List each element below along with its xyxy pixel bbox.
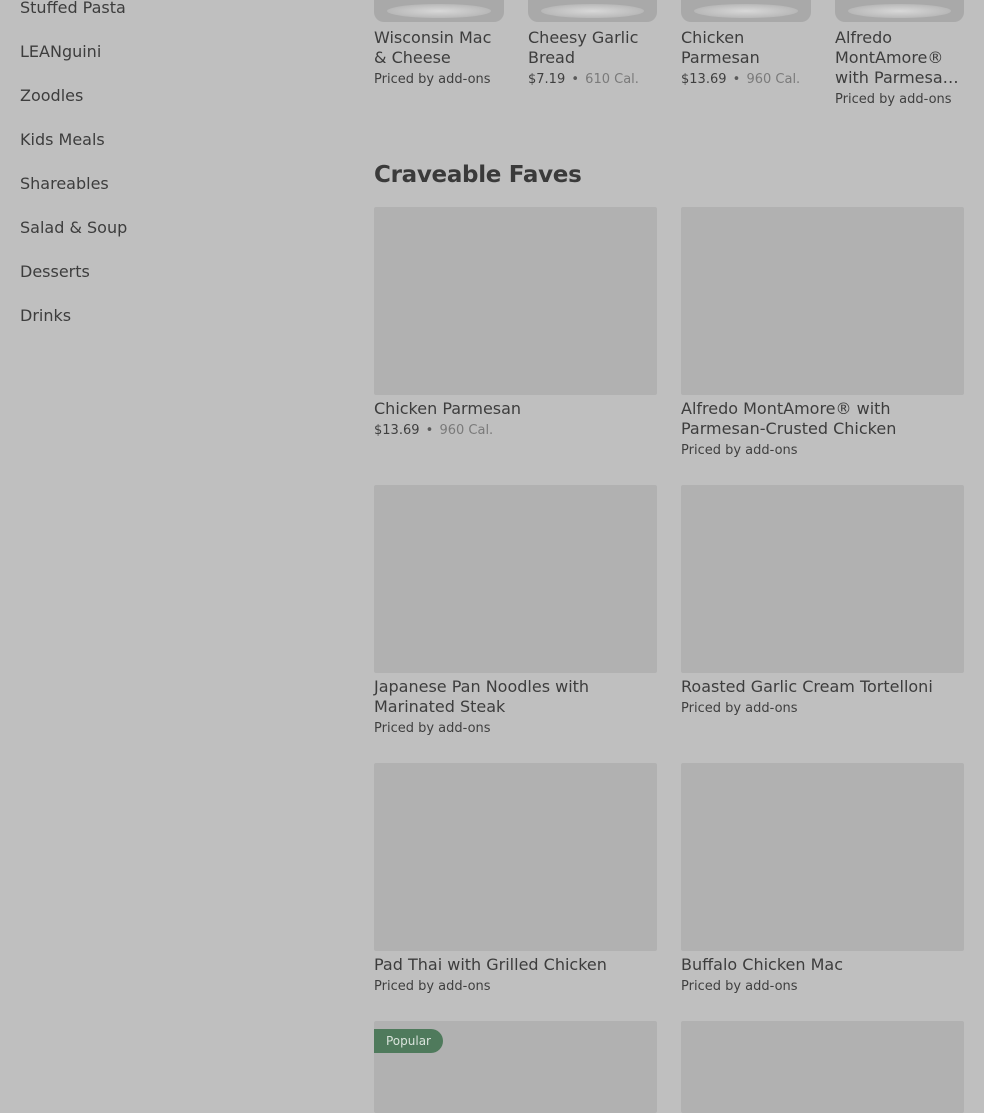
item-price: Priced by add-ons	[374, 979, 491, 994]
item-name: Chicken Parmesan	[681, 28, 760, 67]
item-image	[374, 207, 657, 395]
item-price: $13.69 • 960 Cal.	[374, 423, 494, 438]
item-price: Priced by add-ons	[374, 72, 491, 87]
item-price: Priced by add-ons	[681, 979, 798, 994]
carousel-item[interactable]: Alfredo MontAmore® with Parmesan-Crusted…	[835, 28, 967, 109]
item-name: Japanese Pan Noodles with Marinated Stea…	[374, 677, 590, 716]
item-name: Alfredo MontAmore® with Parmesan-Crusted…	[835, 28, 959, 87]
item-name: Buffalo Chicken Mac	[681, 955, 843, 974]
item-price: $7.19 • 610 Cal.	[528, 72, 639, 87]
item-name: Cheesy Garlic Bread	[528, 28, 639, 67]
item-calories: 960 Cal.	[439, 423, 494, 438]
section-title: Craveable Faves	[374, 162, 582, 188]
item-price: Priced by add-ons	[374, 721, 491, 736]
item-image	[681, 207, 964, 395]
carousel-item[interactable]: Cheesy Garlic Bread $7.19 • 610 Cal.	[528, 28, 657, 89]
carousel-item-image[interactable]	[374, 0, 504, 22]
menu-item-card[interactable]: Buffalo Chicken Mac Priced by add-ons	[681, 763, 964, 996]
carousel-item[interactable]: Wisconsin Mac & Cheese Priced by add-ons	[374, 28, 506, 89]
menu-item-card[interactable]	[681, 1021, 964, 1113]
item-calories: 610 Cal.	[585, 72, 639, 87]
carousel-item-image[interactable]	[681, 0, 811, 22]
carousel-item[interactable]: Chicken Parmesan $13.69 • 960 Cal.	[681, 28, 811, 89]
popular-badge: Popular	[374, 1029, 443, 1053]
item-name: Wisconsin Mac & Cheese	[374, 28, 492, 67]
item-price: Priced by add-ons	[681, 443, 798, 458]
carousel-item-image[interactable]	[835, 0, 964, 22]
menu-item-card[interactable]: Popular	[374, 1021, 657, 1113]
menu-item-card[interactable]: Roasted Garlic Cream Tortelloni Priced b…	[681, 485, 964, 718]
item-name: Pad Thai with Grilled Chicken	[374, 955, 607, 974]
menu-item-card[interactable]: Alfredo MontAmore® with Parmesan-Crusted…	[681, 207, 964, 460]
menu-item-card[interactable]: Pad Thai with Grilled Chicken Priced by …	[374, 763, 657, 996]
item-image: Popular	[374, 1021, 657, 1113]
item-image	[374, 485, 657, 673]
item-name: Alfredo MontAmore® with Parmesan-Crusted…	[681, 399, 897, 438]
item-price: $13.69 • 960 Cal.	[681, 72, 801, 87]
menu-item-card[interactable]: Japanese Pan Noodles with Marinated Stea…	[374, 485, 657, 738]
item-image	[374, 763, 657, 951]
item-image	[681, 485, 964, 673]
item-name: Chicken Parmesan	[374, 399, 522, 418]
item-price: Priced by add-ons	[835, 92, 952, 107]
item-name: Roasted Garlic Cream Tortelloni	[681, 677, 933, 696]
carousel-item-image[interactable]	[528, 0, 657, 22]
item-image	[681, 1021, 964, 1113]
item-price: Priced by add-ons	[681, 701, 798, 716]
item-image	[681, 763, 964, 951]
item-calories: 960 Cal.	[746, 72, 801, 87]
menu-item-card[interactable]: Chicken Parmesan $13.69 • 960 Cal.	[374, 207, 657, 440]
menu-content: Wisconsin Mac & Cheese Priced by add-ons…	[0, 0, 984, 1113]
